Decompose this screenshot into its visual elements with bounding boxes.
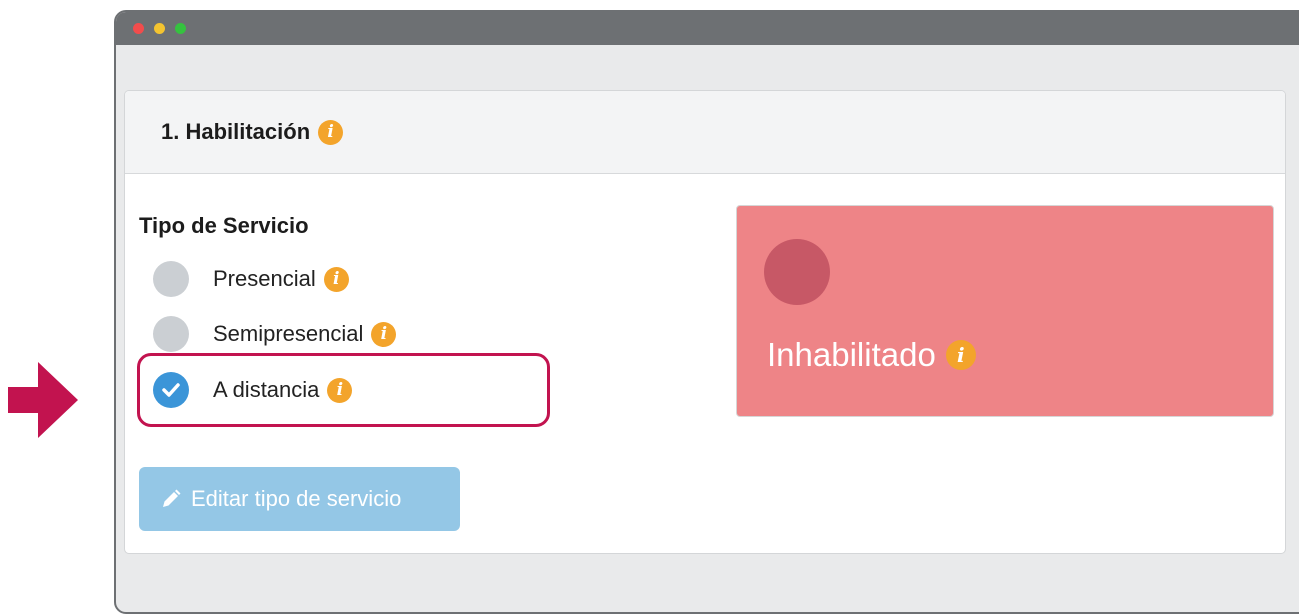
status-indicator [764,239,830,305]
option-presencial[interactable]: Presencial i [153,261,349,297]
status-card: Inhabilitado i [736,205,1274,417]
minimize-window-button[interactable] [154,23,165,34]
option-label: Semipresencial [213,321,364,346]
window-titlebar [116,12,1299,45]
status-label: Inhabilitado [767,336,936,373]
info-icon[interactable]: i [371,321,397,347]
pointer-arrow-icon [8,362,78,438]
browser-window: 1. Habilitación i Tipo de Servicio Prese… [114,10,1299,614]
pencil-icon [163,489,181,507]
service-type-label: Tipo de Servicio [139,213,309,238]
option-semipresencial[interactable]: Semipresencial i [153,316,397,352]
selection-highlight-box [137,353,550,427]
radio-presencial[interactable] [153,261,189,297]
info-icon[interactable]: i [945,340,976,370]
option-label: Presencial [213,266,316,291]
info-icon[interactable]: i [323,266,349,292]
edit-button-label: Editar tipo de servicio [191,486,402,511]
panel-header: 1. Habilitación i [125,91,1285,174]
maximize-window-button[interactable] [175,23,186,34]
edit-service-type-button[interactable]: Editar tipo de servicio [139,467,460,531]
habilitacion-panel: 1. Habilitación i Tipo de Servicio Prese… [124,90,1286,554]
info-icon[interactable]: i [318,119,344,145]
panel-title: 1. Habilitación [161,119,311,144]
status-text: Inhabilitado i [767,336,976,374]
radio-semipresencial[interactable] [153,316,189,352]
close-window-button[interactable] [133,23,144,34]
